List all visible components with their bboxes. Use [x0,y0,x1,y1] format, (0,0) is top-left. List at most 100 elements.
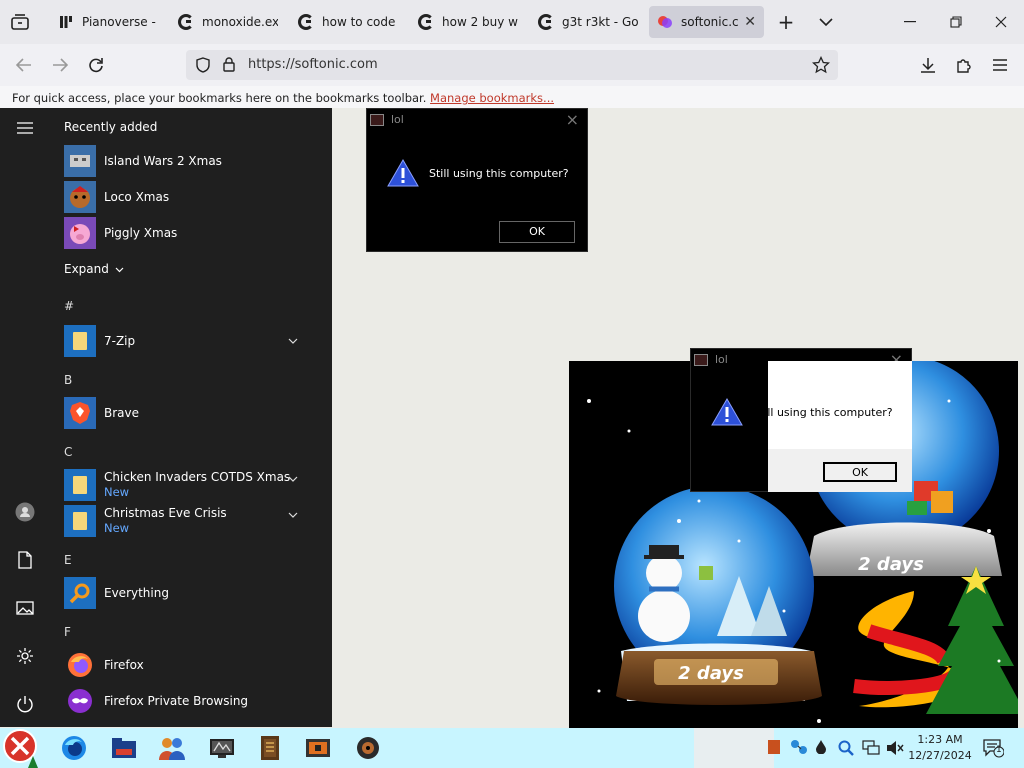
taskbar: 1:23 AM 12/27/2024 1 [0,728,1024,768]
app-everything[interactable]: Everything [64,576,314,610]
app-piggly-xmas[interactable]: Piggly Xmas [64,216,314,250]
menu-icon[interactable] [986,51,1014,79]
tab-g3t-r3kt[interactable]: g3t r3kt - Goo [530,6,646,38]
chevron-down-icon [115,262,124,276]
url-text[interactable]: https://softonic.com [248,57,378,72]
power-icon[interactable] [13,692,37,716]
reload-icon[interactable] [82,51,110,79]
ok-button[interactable]: OK [499,221,575,243]
dialog-title: lol [715,353,728,366]
close-icon[interactable]: × [566,110,579,129]
app-label: Christmas Eve Crisis [104,506,227,520]
chevron-down-icon[interactable] [288,333,298,347]
everything-search-icon [64,577,96,609]
ok-button[interactable]: OK [823,462,897,482]
media-app-icon[interactable] [354,734,382,762]
notification-count: 1 [996,745,1002,755]
piggly-xmas-icon [64,217,96,249]
documents-icon[interactable] [13,548,37,572]
app-label: 7-Zip [104,334,136,348]
tab-how-2-buy[interactable]: how 2 buy we [410,6,526,38]
folder-icon [64,505,96,537]
minimize-icon[interactable] [896,8,924,36]
app-brave[interactable]: Brave [64,396,314,430]
new-tab-icon[interactable]: + [772,8,800,36]
app-7-zip[interactable]: 7-Zip [64,324,314,358]
user-avatar-icon[interactable] [13,500,37,524]
section-letter[interactable]: C [64,445,72,459]
right-globe-label: 2 days [858,554,924,575]
pianoverse-icon [58,14,74,30]
expand-button[interactable]: Expand [64,252,124,286]
pictures-icon[interactable] [13,596,37,620]
volume-muted-icon[interactable] [886,740,904,760]
warning-icon [711,398,743,426]
start-button[interactable] [0,728,40,768]
warning-icon [387,159,419,187]
close-window-icon[interactable] [987,8,1015,36]
app-icon [370,114,384,126]
settings-gear-icon[interactable] [13,644,37,668]
app-label-group: Chicken Invaders COTDS Xmas New [104,470,290,500]
people-app-icon[interactable] [158,734,186,762]
dialog-title-bar: lol × [367,109,587,131]
chevron-down-icon[interactable] [812,8,840,36]
section-letter[interactable]: # [64,299,74,313]
dialog-message: Still using this computer? [753,406,893,419]
close-tab-icon[interactable]: ✕ [744,14,756,30]
section-letter[interactable]: B [64,373,72,387]
search-icon[interactable] [838,740,854,760]
clock[interactable]: 1:23 AM 12/27/2024 [906,732,974,764]
app-label: Firefox [104,658,144,672]
app-label: Piggly Xmas [104,226,178,240]
notification-center-icon[interactable]: 1 [982,738,1005,762]
app-firefox-private[interactable]: Firefox Private Browsing [64,684,314,718]
chevron-down-icon[interactable] [288,507,298,521]
manage-bookmarks-link[interactable]: Manage bookmarks... [430,91,554,105]
downloads-icon[interactable] [914,51,942,79]
app-island-wars[interactable]: Island Wars 2 Xmas [64,144,314,178]
tab-pianoverse[interactable]: Pianoverse - L [50,6,166,38]
tray-network-apps-icon[interactable] [790,739,808,759]
tab-how-to-code[interactable]: how to code a [290,6,406,38]
book-app-icon[interactable] [256,734,284,762]
app-loco-xmas[interactable]: Loco Xmas [64,180,314,214]
island-wars-icon [64,145,96,177]
section-letter[interactable]: E [64,553,72,567]
section-letter[interactable]: F [64,625,71,639]
app-firefox[interactable]: Firefox [64,648,314,682]
browser-tab-bar: Pianoverse - L monoxide.exe how to code … [0,0,1024,44]
tab-list-icon[interactable] [6,8,34,36]
app-christmas-eve-crisis[interactable]: Christmas Eve Crisis New [64,504,314,538]
tray-app-icon[interactable] [768,740,780,758]
game-app-icon[interactable] [304,734,332,762]
tab-monoxide[interactable]: monoxide.exe [170,6,286,38]
firefox-dev-taskbar-icon[interactable] [60,734,88,762]
network-icon[interactable] [862,740,880,760]
droplet-icon[interactable] [816,740,826,758]
hamburger-icon[interactable] [13,116,37,140]
app-chicken-invaders[interactable]: Chicken Invaders COTDS Xmas New [64,468,314,502]
start-rail [0,108,50,727]
file-explorer-icon[interactable] [110,734,138,762]
start-menu: Recently added Island Wars 2 Xmas Loco X… [0,108,332,727]
lock-icon[interactable] [223,56,235,75]
shield-icon[interactable] [196,57,210,76]
url-bar[interactable]: https://softonic.com [186,50,838,80]
chevron-down-icon[interactable] [288,471,298,485]
forward-icon[interactable] [46,51,74,79]
dxdiag-icon[interactable] [208,734,236,762]
back-icon[interactable] [10,51,38,79]
clock-time: 1:23 AM [917,733,963,746]
app-label-group: Christmas Eve Crisis New [104,506,227,536]
clock-date: 12/27/2024 [908,749,972,762]
app-label: Chicken Invaders COTDS Xmas [104,470,291,484]
app-label: Everything [104,586,169,600]
tab-label: how 2 buy we [442,15,518,29]
restore-icon[interactable] [942,8,970,36]
tab-softonic[interactable]: softonic.co ✕ [649,6,764,38]
extensions-icon[interactable] [950,51,978,79]
tab-label: g3t r3kt - Goo [562,15,638,29]
left-globe-label: 2 days [678,663,744,684]
bookmark-star-icon[interactable] [811,55,831,77]
